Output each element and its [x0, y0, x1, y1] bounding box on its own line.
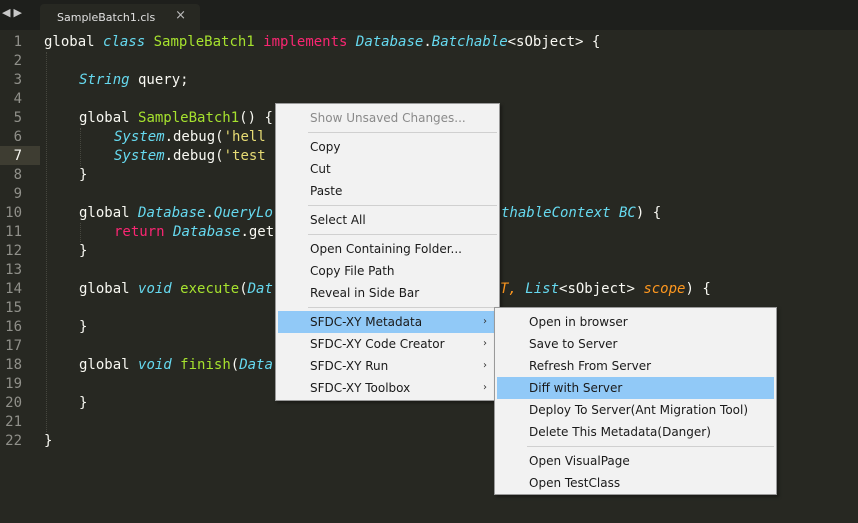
chevron-right-icon: › [483, 338, 487, 349]
code-line-3: String query; [79, 72, 189, 88]
chevron-right-icon: › [483, 316, 487, 327]
close-icon[interactable]: × [175, 8, 186, 23]
code-line-7: System.debug('test [114, 148, 266, 164]
line-number: 12 [5, 243, 22, 259]
menu-item-deploy-to-server[interactable]: Deploy To Server(Ant Migration Tool) [497, 399, 774, 421]
line-number: 5 [13, 110, 22, 126]
line-number: 8 [13, 167, 22, 183]
menu-item-open-testclass[interactable]: Open TestClass [497, 472, 774, 494]
code-line-5: global SampleBatch1() { [79, 110, 273, 126]
code-line-12: } [79, 243, 88, 259]
line-number: 4 [13, 91, 22, 107]
menu-item-sfdc-xy-code-creator[interactable]: SFDC-XY Code Creator › [278, 333, 497, 355]
chevron-right-icon: › [483, 382, 487, 393]
code-line-18: global void finish(Data [79, 357, 273, 373]
context-menu: Show Unsaved Changes... Copy Cut Paste S… [275, 103, 500, 401]
menu-item-paste[interactable]: Paste [278, 180, 497, 202]
menu-separator [308, 307, 497, 308]
tab-bar: ◀▶ SampleBatch1.cls × [0, 0, 858, 30]
line-number: 2 [13, 53, 22, 69]
line-number: 1 [13, 34, 22, 50]
code-line-10: global Database.QueryLo [79, 205, 273, 221]
menu-item-show-unsaved-changes: Show Unsaved Changes... [310, 111, 466, 125]
menu-item-select-all[interactable]: Select All [278, 209, 497, 231]
menu-item-reveal-in-side-bar[interactable]: Reveal in Side Bar [278, 282, 497, 304]
menu-separator [308, 234, 497, 235]
menu-item-cut[interactable]: Cut [278, 158, 497, 180]
menu-item-sfdc-xy-metadata[interactable]: SFDC-XY Metadata › [278, 311, 497, 333]
menu-item-refresh-from-server[interactable]: Refresh From Server [497, 355, 774, 377]
menu-item-sfdc-xy-toolbox[interactable]: SFDC-XY Toolbox › [278, 377, 497, 399]
code-line-10-tail: thableContext BC) { [501, 205, 662, 221]
menu-separator [308, 205, 497, 206]
line-number: 16 [5, 319, 22, 335]
chevron-right-icon: › [483, 360, 487, 371]
line-number: 14 [5, 281, 22, 297]
menu-item-copy-file-path[interactable]: Copy File Path [278, 260, 497, 282]
line-number: 11 [5, 224, 22, 240]
code-line-22: } [44, 433, 53, 449]
line-number: 19 [5, 376, 22, 392]
menu-separator [308, 132, 497, 133]
indent-guide [80, 128, 81, 166]
code-line-20: } [79, 395, 88, 411]
line-number: 21 [5, 414, 22, 430]
menu-item-label: SFDC-XY Metadata [310, 315, 423, 329]
line-number: 18 [5, 357, 22, 373]
menu-item-label: SFDC-XY Toolbox [310, 381, 411, 395]
code-line-14-tail: T, List<sObject> scope) { [500, 281, 711, 297]
code-line-8: } [79, 167, 88, 183]
tab-samplebatch1[interactable]: SampleBatch1.cls × [40, 4, 200, 30]
code-line-16: } [79, 319, 88, 335]
line-number: 17 [5, 338, 22, 354]
menu-item-open-visualpage[interactable]: Open VisualPage [497, 450, 774, 472]
tab-label: SampleBatch1.cls [57, 11, 156, 24]
menu-item-open-in-browser[interactable]: Open in browser [497, 311, 774, 333]
menu-item-save-to-server[interactable]: Save to Server [497, 333, 774, 355]
menu-item-open-containing-folder[interactable]: Open Containing Folder... [278, 238, 497, 260]
menu-item-label: SFDC-XY Run [310, 359, 389, 373]
line-number: 13 [5, 262, 22, 278]
line-number: 3 [13, 72, 22, 88]
indent-guide [80, 223, 81, 242]
line-number: 9 [13, 186, 22, 202]
menu-separator [527, 446, 774, 447]
back-arrow-icon[interactable]: ◀ [2, 6, 13, 19]
line-number: 20 [5, 395, 22, 411]
line-number-active: 7 [13, 148, 22, 164]
menu-item-copy[interactable]: Copy [278, 136, 497, 158]
forward-arrow-icon[interactable]: ▶ [13, 6, 24, 19]
code-line-6: System.debug('hell [114, 129, 266, 145]
code-line-14: global void execute(Dat [79, 281, 273, 297]
menu-item-delete-this-metadata[interactable]: Delete This Metadata(Danger) [497, 421, 774, 443]
menu-item-sfdc-xy-run[interactable]: SFDC-XY Run › [278, 355, 497, 377]
line-number: 15 [5, 300, 22, 316]
code-line-11: return Database.get [114, 224, 275, 240]
submenu-sfdc-xy-metadata: Open in browser Save to Server Refresh F… [494, 307, 777, 495]
line-number: 22 [5, 433, 22, 449]
line-number: 10 [5, 205, 22, 221]
code-line-1: global class SampleBatch1 implements Dat… [44, 34, 601, 50]
menu-item-diff-with-server[interactable]: Diff with Server [497, 377, 774, 399]
line-number-gutter: 1 2 3 4 5 6 7 8 9 10 11 12 13 14 15 16 1… [0, 32, 38, 523]
indent-guide [46, 52, 47, 432]
line-number: 6 [13, 129, 22, 145]
tab-nav-arrows[interactable]: ◀▶ [2, 6, 25, 19]
menu-item-label: SFDC-XY Code Creator [310, 337, 445, 351]
